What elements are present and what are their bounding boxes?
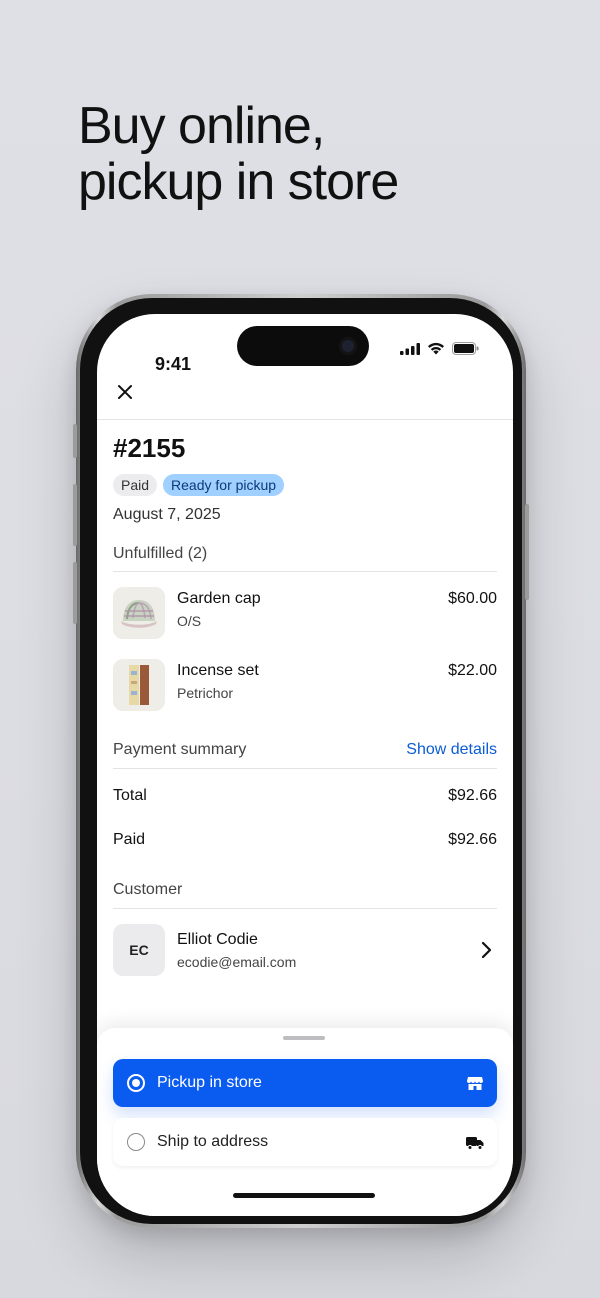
- home-indicator[interactable]: [233, 1193, 375, 1198]
- paid-row: Paid $92.66: [113, 831, 497, 849]
- status-icons: [400, 342, 479, 355]
- paid-value: $92.66: [448, 831, 497, 848]
- status-time: 9:41: [155, 354, 192, 374]
- signal-icon: [400, 342, 420, 355]
- headline-line-1: Buy online,: [78, 97, 325, 155]
- payment-divider: [113, 768, 497, 769]
- option-label: Ship to address: [157, 1133, 269, 1150]
- phone-volume-up: [73, 484, 77, 546]
- phone-power-button: [525, 504, 529, 600]
- close-icon: [118, 385, 132, 399]
- battery-icon: [452, 342, 479, 355]
- camera-icon: [339, 337, 357, 355]
- option-label: Pickup in store: [157, 1074, 262, 1091]
- phone-bezel: 9:41 #2155 Paid Ready for pickup August …: [80, 298, 522, 1224]
- unfulfilled-label: Unfulfilled (2): [113, 545, 208, 562]
- payment-summary-label: Payment summary: [113, 741, 247, 758]
- item-variant: O/S: [177, 613, 202, 629]
- incense-set-image: [113, 659, 165, 711]
- ship-to-address-option[interactable]: Ship to address: [113, 1118, 497, 1166]
- header-divider: [97, 419, 513, 420]
- customer-divider: [113, 908, 497, 909]
- show-details-link[interactable]: Show details: [406, 741, 497, 759]
- pickup-in-store-option[interactable]: Pickup in store: [113, 1059, 497, 1107]
- phone-volume-down: [73, 562, 77, 624]
- phone-frame: 9:41 #2155 Paid Ready for pickup August …: [73, 294, 529, 1228]
- customer-name: Elliot Codie: [177, 931, 258, 948]
- unfulfilled-divider: [113, 571, 497, 572]
- chevron-right-icon[interactable]: [479, 940, 493, 960]
- close-button[interactable]: [111, 378, 139, 406]
- item-name: Garden cap: [177, 590, 261, 607]
- item-name: Incense set: [177, 662, 259, 679]
- paid-badge: Paid: [113, 474, 158, 496]
- item-price: $22.00: [448, 662, 497, 679]
- phone-screen: 9:41 #2155 Paid Ready for pickup August …: [97, 314, 513, 1216]
- item-variant: Petrichor: [177, 685, 234, 701]
- order-badges: Paid Ready for pickup: [113, 474, 285, 496]
- incense-icon: [113, 659, 165, 711]
- page-headline: Buy online, pickup in store: [78, 97, 399, 211]
- delivery-bottom-sheet: Pickup in store Ship to address: [97, 1028, 513, 1216]
- line-item[interactable]: Garden cap O/S $60.00: [113, 587, 497, 639]
- radio-unselected-icon: [127, 1133, 145, 1151]
- ready-for-pickup-badge: Ready for pickup: [163, 474, 285, 496]
- total-value: $92.66: [448, 787, 497, 804]
- cap-icon: [113, 587, 165, 639]
- order-number: #2155: [113, 433, 186, 463]
- line-item[interactable]: Incense set Petrichor $22.00: [113, 659, 497, 711]
- truck-icon: [466, 1137, 484, 1150]
- total-row: Total $92.66: [113, 787, 497, 805]
- total-label: Total: [113, 787, 147, 804]
- phone-action-button: [73, 424, 77, 458]
- customer-label: Customer: [113, 881, 183, 898]
- paid-label: Paid: [113, 831, 146, 848]
- dynamic-island: [237, 326, 369, 366]
- customer-email: ecodie@email.com: [177, 954, 297, 970]
- store-icon: [467, 1077, 483, 1090]
- sheet-grabber[interactable]: [283, 1036, 325, 1040]
- headline-line-2: pickup in store: [78, 153, 399, 211]
- order-date: August 7, 2025: [113, 506, 221, 523]
- avatar: EC: [113, 924, 165, 976]
- radio-selected-icon: [127, 1074, 145, 1092]
- garden-cap-image: [113, 587, 165, 639]
- item-price: $60.00: [448, 590, 497, 607]
- wifi-icon: [428, 342, 444, 355]
